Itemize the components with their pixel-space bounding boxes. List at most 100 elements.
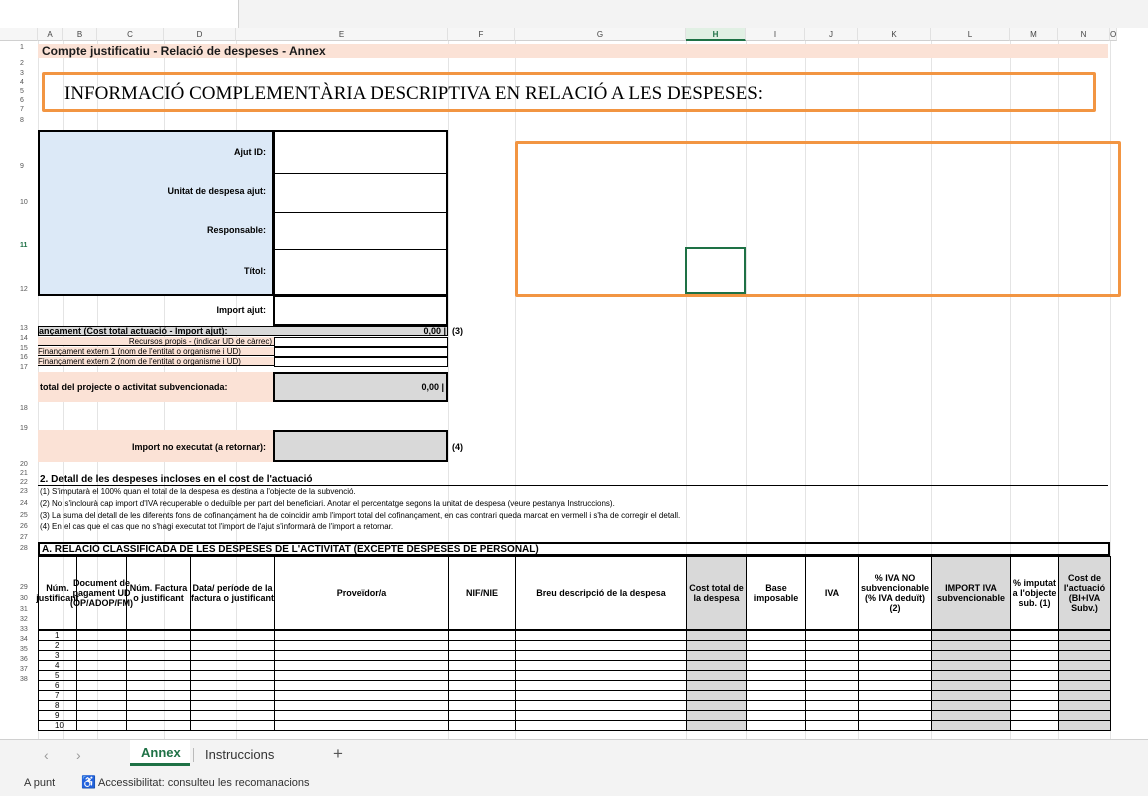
column-header-i[interactable]: I <box>746 28 805 41</box>
row-header-33[interactable]: 33 <box>20 626 38 633</box>
row-header-6[interactable]: 6 <box>20 97 38 104</box>
row-header-3[interactable]: 3 <box>20 70 38 77</box>
scroll-right-icon[interactable]: › <box>76 747 81 763</box>
row-header-22[interactable]: 22 <box>20 479 38 486</box>
tableA-header-4[interactable]: Data/ període de la factura o justifican… <box>190 556 275 630</box>
column-header-o[interactable]: O <box>1110 28 1118 41</box>
tab-annex-label: Annex <box>141 745 181 760</box>
row-header-35[interactable]: 35 <box>20 646 38 653</box>
row-header-20[interactable]: 20 <box>20 461 38 468</box>
row-header-28[interactable]: 28 <box>20 545 38 552</box>
table-cell[interactable] <box>686 720 747 731</box>
row-header-16[interactable]: 16 <box>20 354 38 361</box>
row-header-37[interactable]: 37 <box>20 666 38 673</box>
table-cell[interactable] <box>805 720 859 731</box>
table-cell[interactable] <box>931 720 1011 731</box>
column-header-d[interactable]: D <box>164 28 236 41</box>
table-cell[interactable] <box>1010 720 1059 731</box>
tableA-header-8[interactable]: Cost total de la despesa <box>686 556 747 630</box>
accessibility-icon[interactable]: ♿ <box>81 775 96 789</box>
tableA-header-10[interactable]: IVA <box>805 556 859 630</box>
add-sheet-button[interactable]: + <box>333 744 343 764</box>
row-header-26[interactable]: 26 <box>20 523 38 530</box>
row-header-38[interactable]: 38 <box>20 676 38 683</box>
column-header-a[interactable]: A <box>38 28 63 41</box>
unitat-input[interactable] <box>274 173 446 211</box>
tab-annex[interactable]: Annex <box>130 740 190 766</box>
ajut-id-input[interactable] <box>274 132 446 172</box>
table-cell[interactable] <box>858 720 932 731</box>
row-header-9[interactable]: 9 <box>20 163 38 170</box>
tableA-header-7[interactable]: Breu descripció de la despesa <box>515 556 687 630</box>
extern1-input[interactable] <box>274 347 448 357</box>
tableA-header-11[interactable]: % IVA NO subvencionable (% IVA deduït) (… <box>858 556 932 630</box>
row-header-2[interactable]: 2 <box>20 60 38 67</box>
table-row-number[interactable]: 10 <box>38 720 77 731</box>
column-header-m[interactable]: M <box>1010 28 1058 41</box>
scroll-left-icon[interactable]: ‹ <box>44 747 49 763</box>
description-box[interactable] <box>515 141 1121 297</box>
row-header-17[interactable]: 17 <box>20 364 38 371</box>
row-header-24[interactable]: 24 <box>20 500 38 507</box>
column-header-e[interactable]: E <box>236 28 448 41</box>
recursos-propis-input[interactable] <box>274 337 448 347</box>
row-header-32[interactable]: 32 <box>20 616 38 623</box>
titol-input[interactable] <box>274 249 446 295</box>
column-header-k[interactable]: K <box>858 28 931 41</box>
row-header-23[interactable]: 23 <box>20 488 38 495</box>
table-cell[interactable] <box>746 720 806 731</box>
row-header-15[interactable]: 15 <box>20 345 38 352</box>
active-cell-selection[interactable] <box>685 247 746 294</box>
extern2-input[interactable] <box>274 357 448 367</box>
responsable-input[interactable] <box>274 212 446 249</box>
table-cell[interactable] <box>448 720 516 731</box>
column-header-f[interactable]: F <box>448 28 515 41</box>
row-header-11[interactable]: 11 <box>20 242 38 249</box>
table-cell[interactable] <box>76 720 127 731</box>
tableA-header-12[interactable]: IMPORT IVA subvencionable <box>931 556 1011 630</box>
tableA-header-9[interactable]: Base imposable <box>746 556 806 630</box>
spreadsheet-grid[interactable]: Compte justificatiu - Relació de despese… <box>36 41 1148 739</box>
row-header-25[interactable]: 25 <box>20 512 38 519</box>
import-ajut-input[interactable] <box>273 295 448 326</box>
column-header-l[interactable]: L <box>931 28 1010 41</box>
row-header-34[interactable]: 34 <box>20 636 38 643</box>
row-header-4[interactable]: 4 <box>20 79 38 86</box>
tableA-header-2[interactable]: Document de pagament UD (OP/ADOP/FM) <box>70 556 133 630</box>
tableA-header-6[interactable]: NIF/NIE <box>448 556 516 630</box>
row-header-12[interactable]: 12 <box>20 286 38 293</box>
table-cell[interactable] <box>190 720 275 731</box>
column-header-g[interactable]: G <box>515 28 686 41</box>
tableA-header-5[interactable]: Proveïdor/a <box>274 556 449 630</box>
row-header-19[interactable]: 19 <box>20 425 38 432</box>
row-header-14[interactable]: 14 <box>20 335 38 342</box>
column-header-j[interactable]: J <box>805 28 858 41</box>
tableA-header-14[interactable]: Cost de l'actuació (BI+IVA Subv.) <box>1058 556 1111 630</box>
row-header-18[interactable]: 18 <box>20 405 38 412</box>
table-cell[interactable] <box>126 720 191 731</box>
accessibility-status[interactable]: Accessibilitat: consulteu les recomanaci… <box>98 777 310 789</box>
select-all-corner[interactable] <box>0 28 38 41</box>
tableA-header-13[interactable]: % imputat a l'objecte sub. (1) <box>1010 556 1059 630</box>
table-cell[interactable] <box>515 720 687 731</box>
row-header-8[interactable]: 8 <box>20 117 38 124</box>
column-header-n[interactable]: N <box>1058 28 1110 41</box>
row-header-1[interactable]: 1 <box>20 44 38 51</box>
row-header-36[interactable]: 36 <box>20 656 38 663</box>
table-cell[interactable] <box>274 720 449 731</box>
row-header-31[interactable]: 31 <box>20 606 38 613</box>
row-header-13[interactable]: 13 <box>20 325 38 332</box>
row-header-27[interactable]: 27 <box>20 534 38 541</box>
row-header-5[interactable]: 5 <box>20 88 38 95</box>
column-header-c[interactable]: C <box>97 28 164 41</box>
row-header-10[interactable]: 10 <box>20 199 38 206</box>
tableA-header-3[interactable]: Núm. Factura o justificant <box>126 556 191 630</box>
column-header-b[interactable]: B <box>63 28 97 41</box>
table-cell[interactable] <box>1058 720 1111 731</box>
sheet-title[interactable]: Compte justificatiu - Relació de despese… <box>38 44 1108 58</box>
column-header-h[interactable]: H <box>686 28 746 41</box>
tab-instruccions[interactable]: Instruccions <box>198 740 298 766</box>
no-executat-value-cell[interactable] <box>273 430 448 462</box>
row-header-7[interactable]: 7 <box>20 106 38 113</box>
row-header-21[interactable]: 21 <box>20 470 38 477</box>
